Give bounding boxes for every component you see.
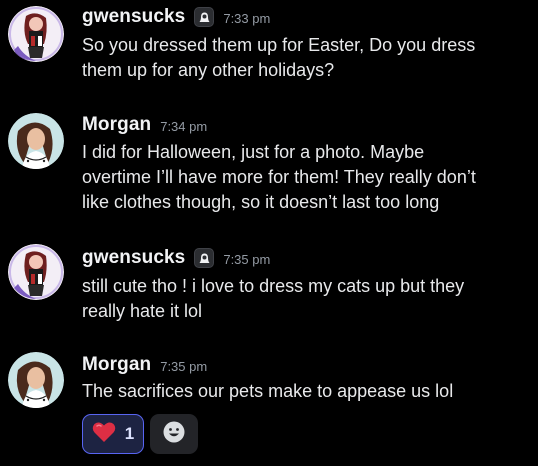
- message-line: So you dressed them up for Easter, Do yo…: [82, 35, 476, 55]
- message-line: like clothes though, so it doesn’t last …: [82, 192, 440, 212]
- red-heart-icon: [92, 421, 116, 448]
- message-line: really hate it lol: [82, 301, 203, 321]
- username[interactable]: Morgan: [82, 354, 151, 376]
- message-header: Morgan 7:35 pm: [82, 350, 207, 380]
- timestamp: 7:35 pm: [160, 358, 208, 374]
- timestamp: 7:35 pm: [223, 251, 271, 267]
- username[interactable]: Morgan: [82, 114, 151, 136]
- message-header: gwensucks 7:35 pm: [82, 243, 270, 273]
- reaction-count: 1: [124, 424, 135, 443]
- message-line: them up for any other holidays?: [82, 60, 335, 80]
- avatar-morgan[interactable]: [8, 352, 64, 408]
- server-tag-icon[interactable]: [194, 7, 215, 27]
- timestamp: 7:34 pm: [160, 118, 208, 134]
- message-line: overtime I’ll have more for them! They r…: [82, 167, 476, 187]
- message-header: Morgan 7:34 pm: [82, 110, 207, 140]
- message-line: The sacrifices our pets make to appease …: [82, 381, 454, 401]
- avatar-gwensucks[interactable]: [8, 6, 64, 62]
- server-tag-icon[interactable]: [194, 248, 215, 268]
- message-content: The sacrifices our pets make to appease …: [82, 379, 522, 404]
- avatar-morgan[interactable]: [8, 113, 64, 169]
- message-line: I did for Halloween, just for a photo. M…: [82, 142, 425, 162]
- avatar-gwensucks[interactable]: [8, 244, 64, 300]
- message-header: gwensucks 7:33 pm: [82, 2, 270, 32]
- username[interactable]: gwensucks: [82, 247, 185, 269]
- reaction-heart-button[interactable]: 1: [82, 414, 144, 454]
- smiley-add-reaction-icon: [162, 420, 186, 449]
- message-content: So you dressed them up for Easter, Do yo…: [82, 33, 522, 83]
- username[interactable]: gwensucks: [82, 6, 185, 28]
- add-reaction-button[interactable]: [150, 414, 198, 454]
- message-content: I did for Halloween, just for a photo. M…: [82, 140, 522, 215]
- reaction-bar: 1: [82, 414, 198, 454]
- message-content: still cute tho ! i love to dress my cats…: [82, 274, 522, 324]
- message-line: still cute tho ! i love to dress my cats…: [82, 276, 465, 296]
- timestamp: 7:33 pm: [223, 10, 271, 26]
